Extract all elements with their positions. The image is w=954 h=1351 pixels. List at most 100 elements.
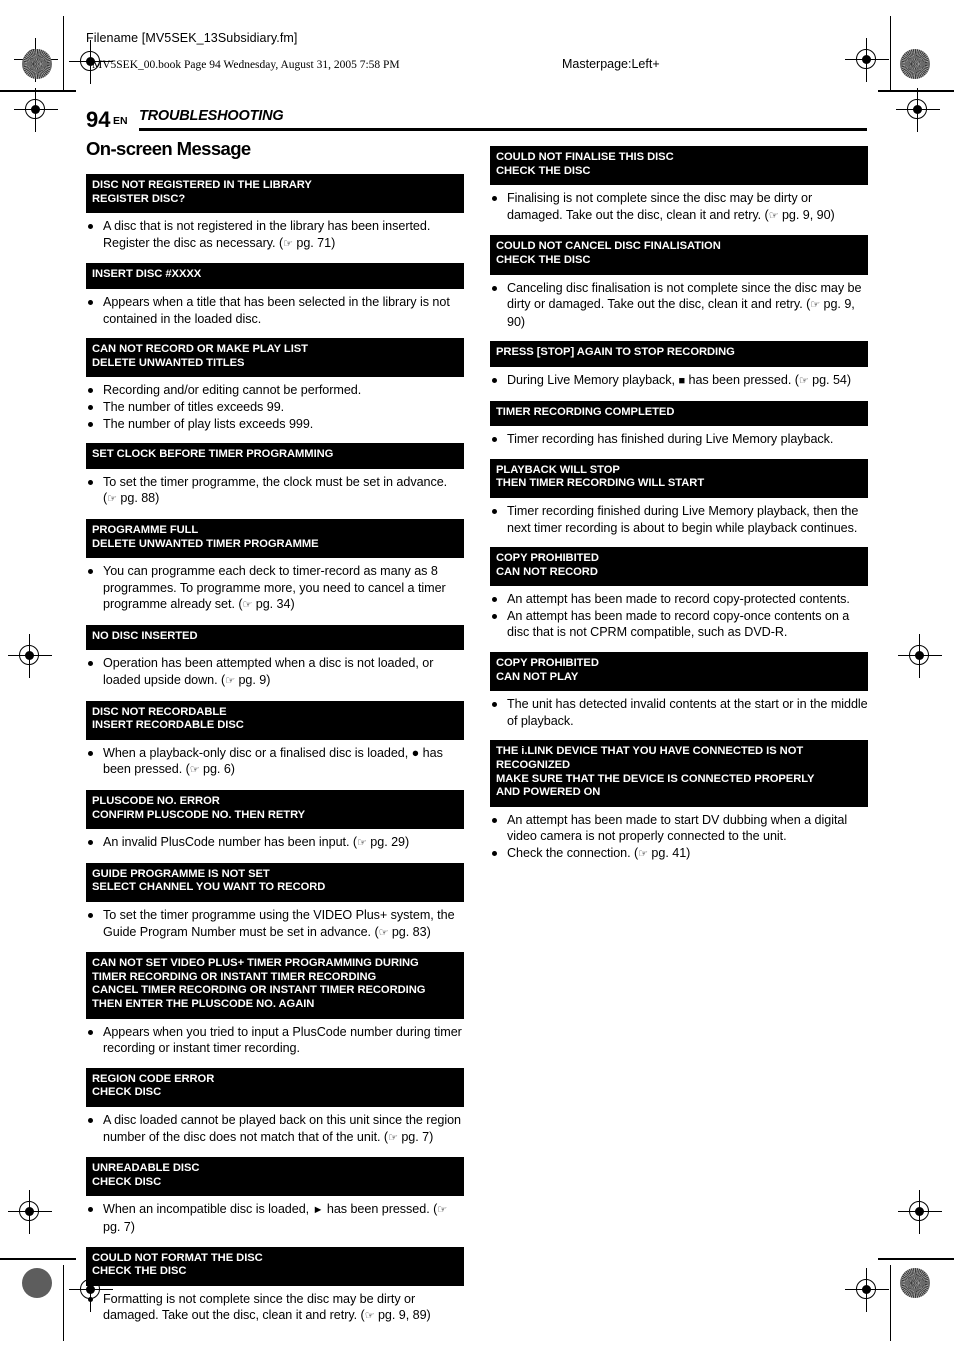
play-triangle-icon: ► [312,1204,324,1217]
message-title-line: CONFIRM PLUSCODE NO. THEN RETRY [92,808,306,821]
message-title-line: COPY PROHIBITED [496,552,599,565]
message-title-line: COPY PROHIBITED [496,657,599,670]
masterpage-label: Masterpage:Left+ [562,57,660,71]
list-item: Timer recording has finished during Live… [490,431,868,448]
bullet-dot-icon [88,421,93,427]
message-title-bar: PLAYBACK WILL STOP THEN TIMER RECORDING W… [490,458,868,498]
message-title-line: NO DISC INSERTED [92,629,198,642]
list-item: An attempt has been made to start DV dub… [490,812,868,845]
list-item-text: A disc loaded cannot be played back on t… [103,1112,462,1144]
list-item-text: An attempt has been made to record copy-… [507,608,850,640]
message-block: GUIDE PROGRAMME IS NOT SET SELECT CHANNEL… [86,862,464,952]
reference-hand-icon: ☞ [225,674,235,688]
density-patch-bottom-right [900,1268,930,1298]
registration-mark-top-left-corner [14,88,58,132]
list-item-text: Timer recording has finished during Live… [507,432,834,447]
bullet-dot-icon [88,840,93,846]
message-description-list: An invalid PlusCode number has been inpu… [86,829,464,863]
message-block: THE i.LINK DEVICE THAT YOU HAVE CONNECTE… [490,740,868,873]
list-item-text: The number of play lists exceeds 999. [103,416,314,431]
list-item: Appears when a title that has been selec… [86,294,464,327]
list-item-text: When an incompatible disc is loaded, ► h… [103,1202,448,1234]
list-item: The number of titles exceeds 99. [86,399,464,416]
list-item: The unit has detected invalid contents a… [490,696,868,729]
message-title-line: CHECK DISC [92,1086,162,1099]
list-item: Timer recording finished during Live Mem… [490,503,868,536]
bullet-dot-icon [88,750,93,756]
message-description-list: A disc loaded cannot be played back on t… [86,1107,464,1157]
message-block: PROGRAMME FULL DELETE UNWANTED TIMER PROG… [86,518,464,625]
bullet-dot-icon [492,377,497,383]
message-title-line: TIMER RECORDING COMPLETED [496,405,675,418]
list-item: An attempt has been made to record copy-… [490,608,868,641]
list-item-text: The number of titles exceeds 99. [103,399,285,414]
message-description-list: An attempt has been made to start DV dub… [490,807,868,874]
message-title-line: RECOGNIZED [496,759,571,772]
chapter-title: TROUBLESHOOTING [139,108,284,124]
bullet-dot-icon [88,224,93,230]
bullet-dot-icon [492,196,497,202]
message-title-line: PRESS [STOP] AGAIN TO STOP RECORDING [496,346,735,359]
message-description-list: Timer recording finished during Live Mem… [490,498,868,547]
message-description-list: A disc that is not registered in the lib… [86,213,464,263]
message-block: PLAYBACK WILL STOP THEN TIMER RECORDING W… [490,458,868,547]
list-item-text: Finalising is not complete since the dis… [507,191,835,222]
bullet-dot-icon [88,569,93,575]
message-title-line: INSERT RECORDABLE DISC [92,719,244,732]
list-item-text: Operation has been attempted when a disc… [103,656,434,688]
reference-hand-icon: ☞ [283,236,293,250]
bullet-dot-icon [88,1296,93,1302]
filename-label: Filename [MV5SEK_13Subsidiary.fm] [86,31,298,45]
message-title-line: PROGRAMME FULL [92,523,199,536]
reference-hand-icon: ☞ [638,847,648,860]
message-title-line: CAN NOT PLAY [496,670,579,683]
registration-mark-top-left [14,38,58,82]
message-block: DISC NOT REGISTERED IN THE LIBRARY REGIST… [86,174,464,263]
bullet-dot-icon [492,702,497,708]
list-item-text: Canceling disc finalisation is not compl… [507,280,862,329]
bullet-dot-icon [88,404,93,410]
message-title-line: DELETE UNWANTED TITLES [92,356,245,369]
message-title-line: CAN NOT RECORD OR MAKE PLAY LIST [92,343,308,356]
message-title-bar: COULD NOT CANCEL DISC FINALISATION CHECK … [490,235,868,275]
bullet-dot-icon [492,508,497,514]
bullet-dot-icon [88,1117,93,1123]
message-block: INSERT DISC #XXXX Appears when a title th… [86,263,464,338]
registration-mark-middle-right [898,634,942,678]
crop-rule-top-right-horizontal [878,90,954,92]
message-block: COULD NOT CANCEL DISC FINALISATION CHECK … [490,235,868,341]
list-item-text: To set the timer programme using the VID… [103,908,455,939]
stop-square-icon: ■ [678,374,686,387]
list-item: Check the connection. (☞ pg. 41) [490,845,868,863]
bullet-dot-icon [88,479,93,485]
list-item-text: An attempt has been made to start DV dub… [507,812,848,844]
list-item-text: Check the connection. (☞ pg. 41) [507,846,691,860]
message-title-bar: TIMER RECORDING COMPLETED [490,400,868,427]
crop-rule-bottom-right-vertical [890,1265,891,1341]
message-block: COPY PROHIBITED CAN NOT PLAY The unit has … [490,652,868,740]
message-block: CAN NOT SET VIDEO PLUS+ TIMER PROGRAMMIN… [86,952,464,1068]
list-item: To set the timer programme using the VID… [86,907,464,941]
book-source-line: MV5SEK_00.book Page 94 Wednesday, August… [92,59,400,71]
reference-hand-icon: ☞ [189,763,200,777]
message-title-bar: CAN NOT RECORD OR MAKE PLAY LIST DELETE U… [86,338,464,378]
bullet-dot-icon [492,817,497,823]
bullet-dot-icon [88,299,93,305]
reference-hand-icon: ☞ [388,1130,398,1144]
message-block: PLUSCODE NO. ERROR CONFIRM PLUSCODE NO. T… [86,790,464,863]
message-title-bar: DISC NOT RECORDABLE INSERT RECORDABLE DIS… [86,700,464,740]
density-patch-top-left [22,49,52,79]
message-title-bar: DISC NOT REGISTERED IN THE LIBRARY REGIST… [86,174,464,214]
message-block: COULD NOT FINALISE THIS DISC CHECK THE DI… [490,146,868,235]
crop-rule-top-right-vertical [890,16,891,92]
message-title-line: CHECK THE DISC [496,253,591,266]
message-title-line: PLUSCODE NO. ERROR [92,795,220,808]
message-title-line: GUIDE PROGRAMME IS NOT SET [92,867,270,880]
message-title-line: REGISTER DISC? [92,192,186,205]
message-title-line: AND POWERED ON [496,786,601,799]
bullet-dot-icon [88,1029,93,1035]
list-item: Appears when you tried to input a PlusCo… [86,1024,464,1057]
message-title-line: DISC NOT REGISTERED IN THE LIBRARY [92,179,312,191]
list-item-text: Recording and/or editing cannot be perfo… [103,383,362,398]
message-title-bar: SET CLOCK BEFORE TIMER PROGRAMMING [86,443,464,469]
